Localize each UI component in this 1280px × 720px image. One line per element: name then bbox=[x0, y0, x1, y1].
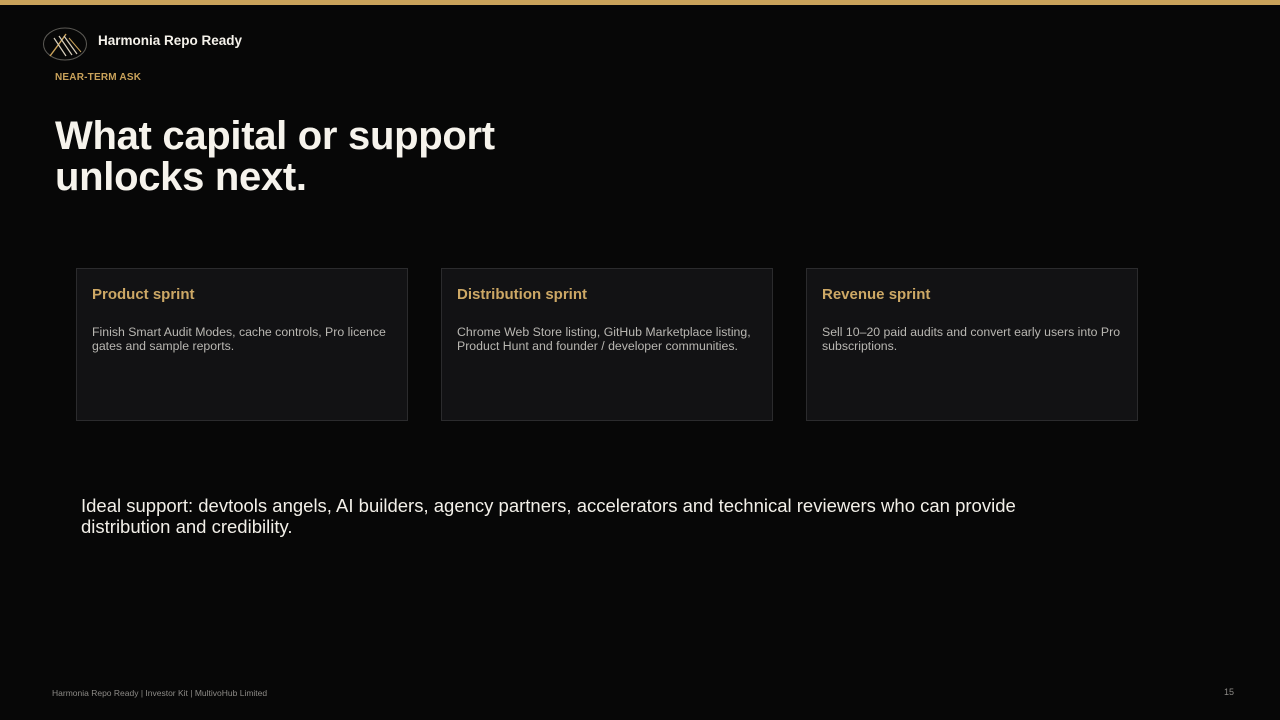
card-distribution-sprint: Distribution sprint Chrome Web Store lis… bbox=[441, 268, 773, 421]
brand-name: Harmonia Repo Ready bbox=[98, 32, 243, 48]
card-revenue-sprint: Revenue sprint Sell 10–20 paid audits an… bbox=[806, 268, 1138, 421]
brand-header: Harmonia Repo Ready bbox=[42, 26, 242, 62]
sprint-cards: Product sprint Finish Smart Audit Modes,… bbox=[76, 268, 1138, 421]
section-eyebrow: NEAR-TERM ASK bbox=[55, 72, 142, 83]
card-product-sprint: Product sprint Finish Smart Audit Modes,… bbox=[76, 268, 408, 421]
card-body: Sell 10–20 paid audits and convert early… bbox=[822, 325, 1121, 353]
footer-credits: Harmonia Repo Ready | Investor Kit | Mul… bbox=[52, 688, 268, 698]
page-number: 15 bbox=[1223, 687, 1234, 697]
card-body: Finish Smart Audit Modes, cache controls… bbox=[92, 325, 386, 353]
card-title: Revenue sprint bbox=[822, 286, 931, 303]
card-body: Chrome Web Store listing, GitHub Marketp… bbox=[457, 325, 751, 353]
accent-top-bar bbox=[0, 0, 1280, 5]
harp-emblem-icon bbox=[43, 27, 87, 61]
card-title: Product sprint bbox=[92, 286, 195, 303]
ideal-support-text: Ideal support: devtools angels, AI build… bbox=[81, 495, 1016, 537]
card-title: Distribution sprint bbox=[457, 286, 587, 303]
slide-title: What capital or support unlocks next. bbox=[55, 114, 495, 199]
